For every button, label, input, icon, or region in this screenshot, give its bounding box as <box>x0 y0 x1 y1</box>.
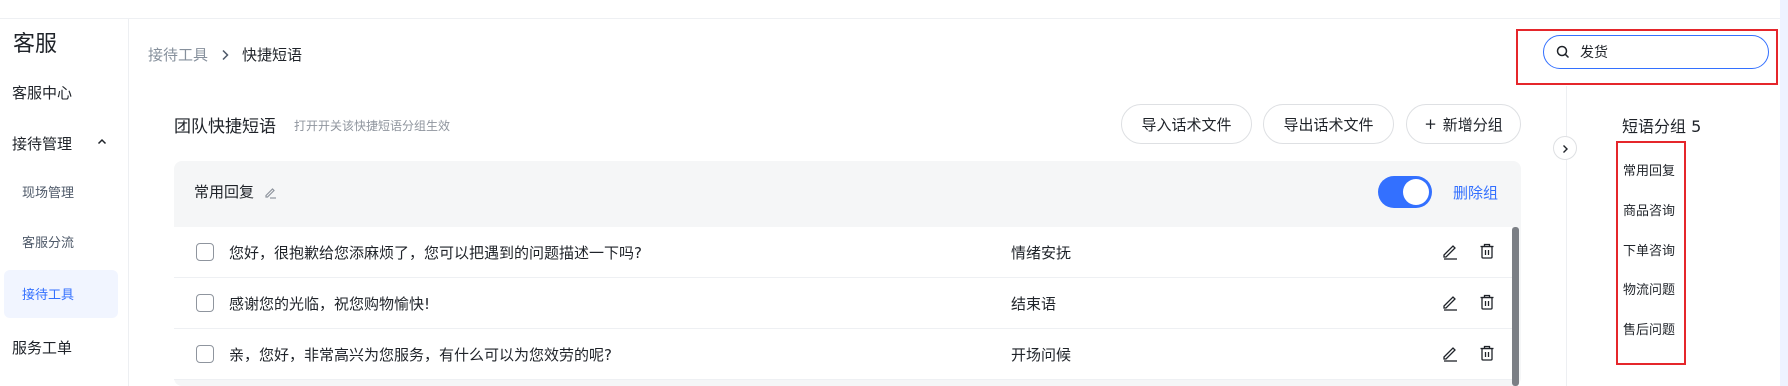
chevron-right-icon <box>220 49 230 61</box>
sidebar-item-service-routing[interactable]: 客服分流 <box>22 232 74 251</box>
chevron-right-icon <box>1560 139 1570 158</box>
breadcrumb-current: 快捷短语 <box>242 46 303 64</box>
phrase-tag: 情绪安抚 <box>1011 244 1072 262</box>
category-item[interactable]: 商品咨询 <box>1623 200 1675 219</box>
category-item[interactable]: 售后问题 <box>1623 319 1675 338</box>
search-input[interactable] <box>1580 44 1760 60</box>
group-enable-toggle[interactable] <box>1378 176 1432 208</box>
category-item[interactable]: 下单咨询 <box>1623 240 1675 259</box>
window-edge <box>1780 0 1788 386</box>
right-panel-divider <box>1566 86 1567 386</box>
breadcrumb-parent[interactable]: 接待工具 <box>148 44 208 65</box>
top-divider <box>0 18 1788 19</box>
row-checkbox[interactable] <box>196 243 214 261</box>
sidebar-item-service-center[interactable]: 客服中心 <box>12 82 72 103</box>
panel-subtitle: 打开开关该快捷短语分组生效 <box>294 119 451 133</box>
panel-title: 团队快捷短语 <box>174 117 276 137</box>
phrase-row: 感谢您的光临，祝您购物愉快! 结束语 <box>174 278 1512 329</box>
sidebar-item-onsite-management[interactable]: 现场管理 <box>22 182 74 201</box>
edit-icon[interactable] <box>1441 344 1459 366</box>
category-item[interactable]: 常用回复 <box>1623 160 1675 179</box>
edit-icon[interactable] <box>1441 293 1459 315</box>
collapse-panel-button[interactable] <box>1553 136 1577 160</box>
delete-icon[interactable] <box>1478 293 1496 315</box>
delete-icon[interactable] <box>1478 242 1496 264</box>
edit-icon[interactable] <box>1441 242 1459 264</box>
phrase-text: 感谢您的光临，祝您购物愉快! <box>229 295 431 313</box>
export-script-button[interactable]: 导出话术文件 <box>1263 104 1394 144</box>
phrase-row: 亲，您好，非常高兴为您服务，有什么可以为您效劳的呢? 开场问候 <box>174 329 1512 380</box>
category-title: 短语分组 5 <box>1622 117 1702 136</box>
phrase-list: 您好，很抱歉给您添麻烦了，您可以把遇到的问题描述一下吗? 情绪安抚 感谢您的光临… <box>174 227 1512 380</box>
toggle-knob <box>1403 179 1429 205</box>
delete-group-link[interactable]: 删除组 <box>1453 182 1498 203</box>
add-group-button[interactable]: + 新增分组 <box>1406 104 1521 144</box>
group-name: 常用回复 <box>194 183 255 201</box>
delete-icon[interactable] <box>1478 344 1496 366</box>
phrase-tag: 结束语 <box>1011 295 1057 313</box>
search-box[interactable] <box>1543 35 1769 69</box>
search-icon <box>1556 45 1570 59</box>
sidebar <box>0 19 129 386</box>
phrase-text: 亲，您好，非常高兴为您服务，有什么可以为您效劳的呢? <box>229 346 612 364</box>
add-group-label: 新增分组 <box>1442 115 1503 134</box>
sidebar-item-reception-tools[interactable]: 接待工具 <box>22 284 74 303</box>
import-script-button[interactable]: 导入话术文件 <box>1121 104 1252 144</box>
row-checkbox[interactable] <box>196 345 214 363</box>
phrase-tag: 开场问候 <box>1011 346 1072 364</box>
chevron-up-icon[interactable] <box>97 132 107 151</box>
breadcrumb: 接待工具 快捷短语 <box>148 44 302 65</box>
row-checkbox[interactable] <box>196 294 214 312</box>
sidebar-item-service-tickets[interactable]: 服务工单 <box>12 337 72 358</box>
phrase-text: 您好，很抱歉给您添麻烦了，您可以把遇到的问题描述一下吗? <box>229 244 642 262</box>
plus-icon: + <box>1424 115 1437 133</box>
sidebar-item-reception-management[interactable]: 接待管理 <box>12 133 72 154</box>
category-item[interactable]: 物流问题 <box>1623 279 1675 298</box>
phrase-row: 您好，很抱歉给您添麻烦了，您可以把遇到的问题描述一下吗? 情绪安抚 <box>174 227 1512 278</box>
list-scrollbar[interactable] <box>1512 227 1519 386</box>
edit-group-name-icon[interactable] <box>264 184 277 203</box>
app-title: 客服 <box>13 32 58 57</box>
